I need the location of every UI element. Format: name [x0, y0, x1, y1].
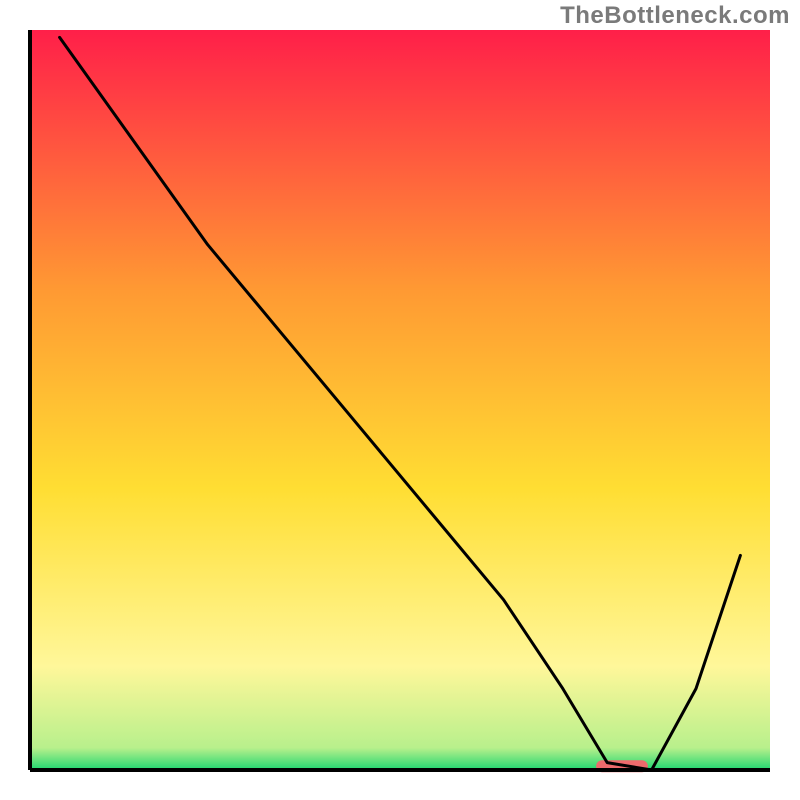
chart-container: TheBottleneck.com — [0, 0, 800, 800]
bottleneck-chart — [0, 0, 800, 800]
watermark-label: TheBottleneck.com — [560, 2, 790, 30]
plot-background — [30, 30, 770, 770]
